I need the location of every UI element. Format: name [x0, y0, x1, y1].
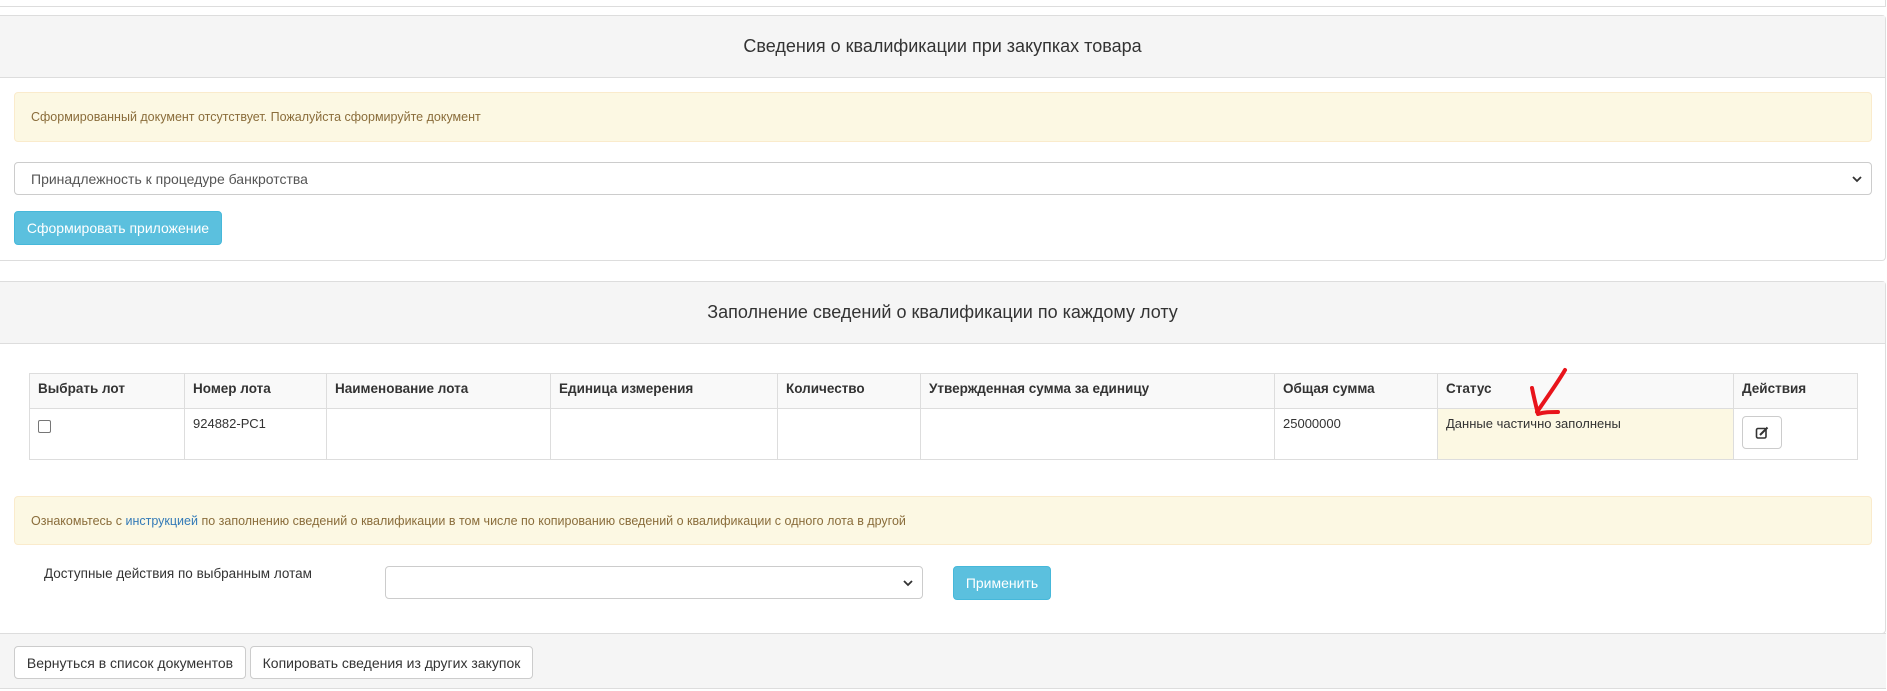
header-unit-sum: Утвержденная сумма за единицу — [920, 373, 1275, 409]
copy-from-other-purchases-button[interactable]: Копировать сведения из других закупок — [250, 646, 533, 679]
select-lot-cell — [29, 408, 185, 460]
actions-cell — [1733, 408, 1858, 460]
lot-name-cell — [326, 408, 551, 460]
qualification-panel-title: Сведения о квалификации при закупках тов… — [0, 16, 1885, 78]
unit-sum-cell — [920, 408, 1275, 460]
no-document-alert: Сформированный документ отсутствует. Пож… — [14, 92, 1872, 142]
total-sum-cell: 25000000 — [1274, 408, 1438, 460]
lot-number-cell: 924882-РС1 — [184, 408, 327, 460]
no-document-alert-text: Сформированный документ отсутствует. Пож… — [31, 110, 481, 124]
bulk-actions-select[interactable] — [385, 566, 923, 599]
chevron-down-icon — [1852, 175, 1862, 182]
table-header-row: Выбрать лот Номер лота Наименование лота… — [29, 373, 1858, 409]
bulk-actions-label: Доступные действия по выбранным лотам — [44, 566, 312, 581]
bankruptcy-select-value: Принадлежность к процедуре банкротства — [31, 170, 308, 187]
header-unit: Единица измерения — [550, 373, 778, 409]
status-cell: Данные частично заполнены — [1437, 408, 1734, 460]
instruction-link[interactable]: инструкцией — [126, 514, 198, 528]
back-to-documents-button[interactable]: Вернуться в список документов — [14, 646, 246, 679]
apply-button[interactable]: Применить — [953, 566, 1051, 600]
header-lot-number: Номер лота — [184, 373, 327, 409]
select-lot-checkbox[interactable] — [38, 420, 51, 433]
annotation-check-mark-icon — [1530, 368, 1567, 416]
quantity-cell — [777, 408, 921, 460]
unit-cell — [550, 408, 778, 460]
top-strip — [0, 0, 1886, 7]
header-quantity: Количество — [777, 373, 921, 409]
lots-panel-title: Заполнение сведений о квалификации по ка… — [0, 282, 1885, 344]
header-select-lot: Выбрать лот — [29, 373, 185, 409]
chevron-down-icon — [903, 579, 913, 586]
table-row: 924882-РС1 25000000 Данные частично запо… — [29, 408, 1858, 460]
header-status: Статус — [1437, 373, 1734, 409]
edit-lot-button[interactable] — [1742, 416, 1782, 449]
header-total-sum: Общая сумма — [1274, 373, 1438, 409]
header-lot-name: Наименование лота — [326, 373, 551, 409]
instruction-alert: Ознакомьтесь с инструкцией по заполнению… — [14, 496, 1872, 545]
lots-table: Выбрать лот Номер лота Наименование лота… — [29, 373, 1858, 460]
generate-appendix-button[interactable]: Сформировать приложение — [14, 211, 222, 245]
header-actions: Действия — [1733, 373, 1858, 409]
instruction-alert-prefix: Ознакомьтесь с — [31, 513, 126, 528]
edit-icon — [1755, 426, 1769, 439]
bankruptcy-select[interactable]: Принадлежность к процедуре банкротства — [14, 162, 1872, 195]
instruction-alert-suffix: по заполнению сведений о квалификации в … — [197, 513, 906, 528]
